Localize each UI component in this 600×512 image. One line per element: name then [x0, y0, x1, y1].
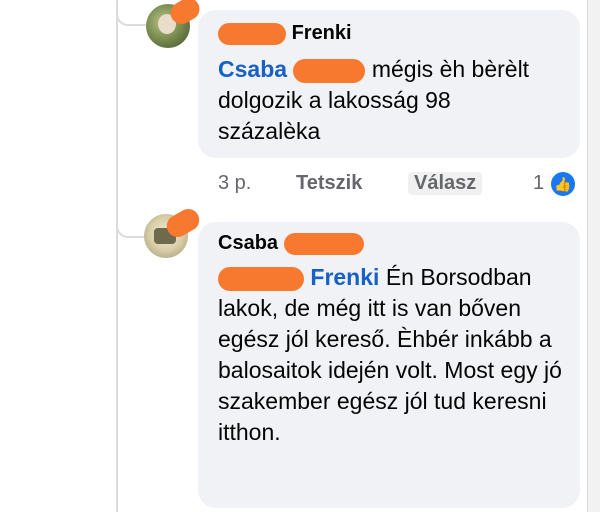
comment-actions: 3 p. Tetszik Válasz 1 👍 [218, 172, 588, 200]
like-button[interactable]: Tetszik [296, 172, 362, 195]
comment-text: Frenki Én Borsodban lakok, de még itt is… [218, 264, 562, 445]
comment-timestamp[interactable]: 3 p. [218, 172, 251, 195]
comment-author[interactable]: Frenki [218, 22, 352, 45]
scrollbar[interactable] [587, 0, 600, 512]
redaction-mark [218, 22, 286, 45]
redaction-mark [283, 232, 364, 255]
comment-author[interactable]: Csaba [218, 232, 364, 255]
comment-bubble: Csaba Frenki Én Borsodban lakok, de még … [198, 222, 580, 508]
thread-line [116, 0, 118, 512]
mention-link[interactable]: Frenki [218, 264, 379, 291]
redaction-mark [218, 266, 304, 291]
comment-bubble: Frenki Csaba mégis èh bèrèlt dolgozik a … [198, 10, 580, 158]
thumbs-up-icon[interactable]: 👍 [551, 172, 575, 196]
reaction-count[interactable]: 1 [533, 172, 544, 195]
thread-branch [116, 10, 146, 26]
reply-button[interactable]: Válasz [408, 172, 483, 195]
comment-text: Csaba mégis èh bèrèlt dolgozik a lakossá… [218, 56, 530, 144]
thread-branch [116, 222, 146, 238]
mention-link[interactable]: Csaba [218, 56, 366, 83]
redaction-mark [293, 58, 366, 83]
